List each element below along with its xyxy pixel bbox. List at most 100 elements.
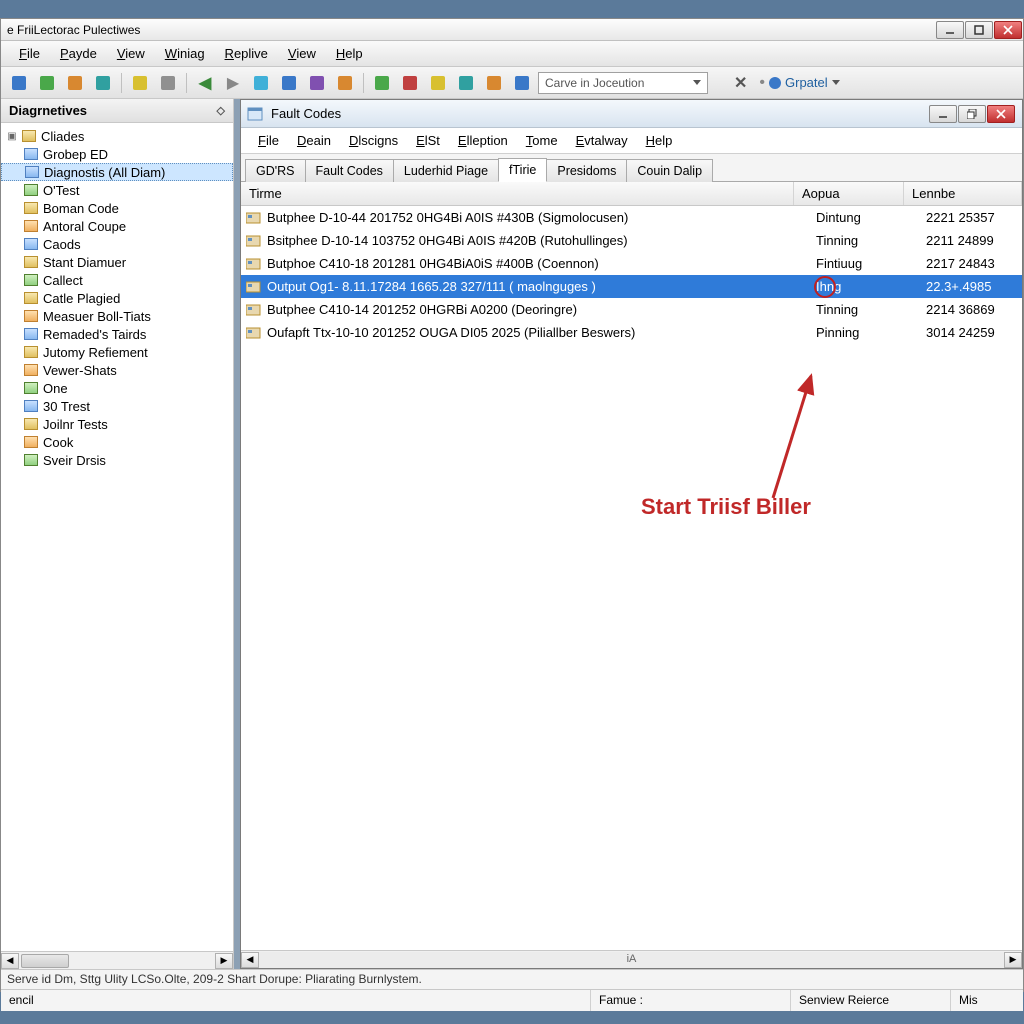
toolbar-clear-icon[interactable]: ✕	[734, 73, 747, 93]
child-scrollbar[interactable]: ◀ iA ▶	[241, 950, 1022, 968]
tab[interactable]: Couin Dalip	[626, 159, 713, 182]
menu-item[interactable]: View	[278, 43, 326, 64]
tree-item[interactable]: Boman Code	[1, 199, 233, 217]
close-button[interactable]	[994, 21, 1022, 39]
child-menu-item[interactable]: File	[249, 130, 288, 151]
toolbar-search-input[interactable]: Carve in Joceution	[538, 72, 708, 94]
sidebar-header: Diagrnetives ◇	[1, 99, 233, 123]
tree-root[interactable]: ▣Cliades	[1, 127, 233, 145]
toolbar-icon-8[interactable]	[277, 71, 301, 95]
menu-item[interactable]: Payde	[50, 43, 107, 64]
tree-item[interactable]: Caods	[1, 235, 233, 253]
menu-item[interactable]: Replive	[215, 43, 278, 64]
child-close-button[interactable]	[987, 105, 1015, 123]
child-minimize-button[interactable]	[929, 105, 957, 123]
row-status: Ihng	[816, 279, 926, 294]
tree-item[interactable]: Sveir Drsis	[1, 451, 233, 469]
tree-item-icon	[23, 326, 39, 342]
sidebar-tree[interactable]: ▣CliadesGrobep EDDiagnostis (All Diam)O'…	[1, 123, 233, 951]
tree-item-label: Sveir Drsis	[43, 453, 106, 468]
tree-item[interactable]: Vewer-Shats	[1, 361, 233, 379]
table-row[interactable]: Bsitphee D-10-14 103752 0HG4Bi A0IS #420…	[241, 229, 1022, 252]
column-header-status[interactable]: Aopua	[794, 182, 904, 205]
annotation-label: Start Triisf Biller	[641, 494, 811, 520]
tree-item[interactable]: Callect	[1, 271, 233, 289]
child-menu-item[interactable]: Help	[637, 130, 682, 151]
tree-item[interactable]: Stant Diamuer	[1, 253, 233, 271]
tree-item-icon	[24, 164, 40, 180]
tab[interactable]: Fault Codes	[305, 159, 394, 182]
menu-item[interactable]: Winiag	[155, 43, 215, 64]
table-row[interactable]: Butphee D-10-44 201752 0HG4Bi A0IS #430B…	[241, 206, 1022, 229]
table-row[interactable]: Butphee C410-14 201252 0HGRBi A0200 (Deo…	[241, 298, 1022, 321]
tree-item[interactable]: Cook	[1, 433, 233, 451]
menu-item[interactable]: File	[9, 43, 50, 64]
maximize-button[interactable]	[965, 21, 993, 39]
tab[interactable]: Presidoms	[546, 159, 627, 182]
column-header-name[interactable]: Tirme	[241, 182, 794, 205]
tree-item[interactable]: O'Test	[1, 181, 233, 199]
toolbar-icon-4[interactable]	[91, 71, 115, 95]
toolbar-icon-7[interactable]	[249, 71, 273, 95]
tree-item[interactable]: Jutomy Refiement	[1, 343, 233, 361]
child-menu-item[interactable]: Elleption	[449, 130, 517, 151]
tree-item[interactable]: Catle Plagied	[1, 289, 233, 307]
table-row[interactable]: Butphoe C410-18 201281 0HG4BiA0iS #400B …	[241, 252, 1022, 275]
tree-item[interactable]: Measuer Boll-Tiats	[1, 307, 233, 325]
toolbar-icon-11[interactable]	[370, 71, 394, 95]
scroll-left-icon[interactable]: ◀	[1, 953, 19, 969]
column-header-value[interactable]: Lennbe	[904, 182, 1022, 205]
tab[interactable]: Luderhid Piage	[393, 159, 499, 182]
tree-item[interactable]: Remaded's Tairds	[1, 325, 233, 343]
toolbar-right-dropdown[interactable]: Grpatel	[769, 75, 840, 90]
row-name: Butphoe C410-18 201281 0HG4BiA0iS #400B …	[267, 256, 816, 271]
list-body[interactable]: Butphee D-10-44 201752 0HG4Bi A0IS #430B…	[241, 206, 1022, 950]
tree-item[interactable]: 30 Trest	[1, 397, 233, 415]
toolbar-icon-16[interactable]	[510, 71, 534, 95]
tab[interactable]: GD'RS	[245, 159, 306, 182]
sidebar-pin-icon[interactable]: ◇	[217, 104, 225, 117]
toolbar-icon-2[interactable]	[35, 71, 59, 95]
child-menu-item[interactable]: Dlscigns	[340, 130, 407, 151]
toolbar-icon-10[interactable]	[333, 71, 357, 95]
menu-item[interactable]: View	[107, 43, 155, 64]
tab[interactable]: fTirie	[498, 158, 547, 182]
child-menu-item[interactable]: Tome	[517, 130, 567, 151]
child-menu-item[interactable]: Evtalway	[567, 130, 637, 151]
scroll-right-icon[interactable]: ▶	[215, 953, 233, 969]
scroll-thumb[interactable]	[21, 954, 69, 968]
row-value: 3014 24259	[926, 325, 1022, 340]
toolbar-icon-9[interactable]	[305, 71, 329, 95]
table-row[interactable]: Oufapft Ttx-10-10 201252 OUGA DI05 2025 …	[241, 321, 1022, 344]
table-row[interactable]: Output Og1- 8.11.17284 1665.28 327/111 (…	[241, 275, 1022, 298]
toolbar-icon-3[interactable]	[63, 71, 87, 95]
tree-item[interactable]: One	[1, 379, 233, 397]
toolbar-icon-5[interactable]	[128, 71, 152, 95]
child-restore-button[interactable]	[958, 105, 986, 123]
sidebar: Diagrnetives ◇ ▣CliadesGrobep EDDiagnost…	[1, 99, 234, 969]
toolbar-icon-13[interactable]	[426, 71, 450, 95]
toolbar-icon-12[interactable]	[398, 71, 422, 95]
menu-item[interactable]: Help	[326, 43, 373, 64]
toolbar-icon-15[interactable]	[482, 71, 506, 95]
tree-item-icon	[23, 452, 39, 468]
scroll-right-icon[interactable]: ▶	[1004, 952, 1022, 968]
minimize-button[interactable]	[936, 21, 964, 39]
scroll-left-icon[interactable]: ◀	[241, 952, 259, 968]
toolbar-forward-icon[interactable]: ▶	[221, 71, 245, 95]
toolbar-back-icon[interactable]: ◀	[193, 71, 217, 95]
tree-item[interactable]: Joilnr Tests	[1, 415, 233, 433]
sidebar-scrollbar[interactable]: ◀ ▶	[1, 951, 233, 969]
toolbar-icon-1[interactable]	[7, 71, 31, 95]
child-window: Fault Codes FileDeainDlscignsElStEllepti…	[240, 99, 1023, 969]
toolbar-icon-14[interactable]	[454, 71, 478, 95]
tree-item[interactable]: Diagnostis (All Diam)	[1, 163, 233, 181]
child-menu-item[interactable]: Deain	[288, 130, 340, 151]
tree-item[interactable]: Grobep ED	[1, 145, 233, 163]
globe-icon	[769, 77, 781, 89]
tree-item-icon	[23, 254, 39, 270]
toolbar-icon-6[interactable]	[156, 71, 180, 95]
child-menu-item[interactable]: ElSt	[407, 130, 449, 151]
child-window-icon	[247, 105, 265, 123]
tree-item[interactable]: Antoral Coupe	[1, 217, 233, 235]
